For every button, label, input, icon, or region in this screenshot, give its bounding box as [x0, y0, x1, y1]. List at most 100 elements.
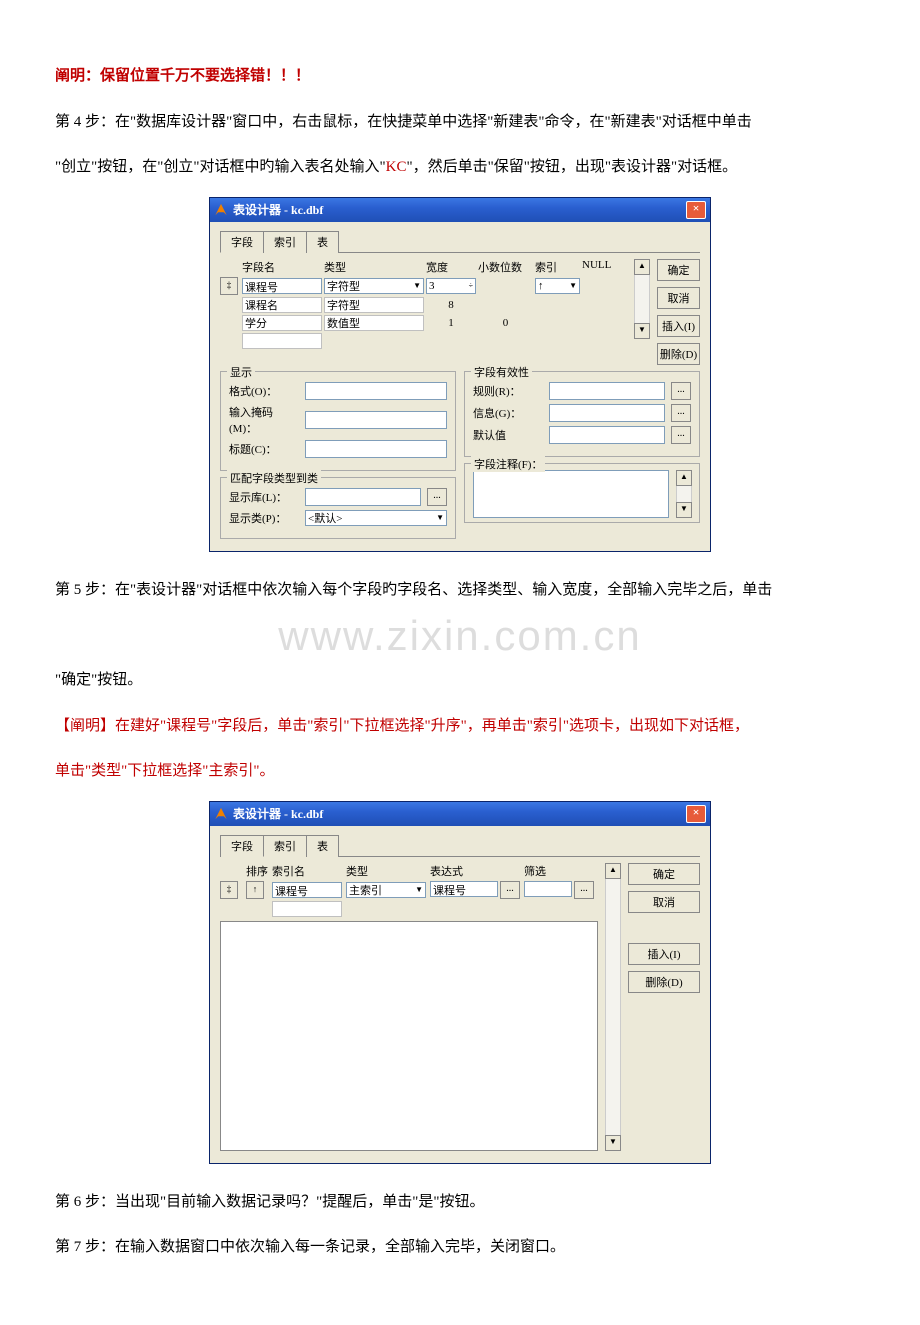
format-input[interactable]: [305, 382, 447, 400]
scroll-down-icon[interactable]: ▼: [676, 502, 692, 518]
watermark: www.zixin.com.cn: [55, 583, 865, 688]
mask-label: 输入掩码(M)：: [229, 404, 299, 436]
ok-button[interactable]: 确定: [628, 863, 700, 885]
width-spinner[interactable]: 3÷: [426, 278, 476, 294]
rule-input[interactable]: [549, 382, 665, 400]
close-icon[interactable]: ×: [686, 201, 706, 219]
browse-button[interactable]: ...: [671, 382, 691, 400]
default-input[interactable]: [549, 426, 665, 444]
fieldname-cell[interactable]: 学分: [242, 315, 322, 331]
browse-button[interactable]: ...: [671, 426, 691, 444]
titlebar: 表设计器 - kc.dbf ×: [210, 802, 710, 826]
comment-textarea[interactable]: [473, 470, 669, 518]
display-group: 显示 格式(O)： 输入掩码(M)： 标题(C)：: [220, 371, 456, 471]
width-cell: 1: [426, 317, 476, 329]
chevron-down-icon: ▼: [569, 281, 577, 290]
tab-fields[interactable]: 字段: [220, 231, 264, 253]
field-row-empty: [220, 333, 627, 349]
filter-browse-button[interactable]: ...: [574, 881, 594, 899]
delete-button[interactable]: 删除(D): [657, 343, 700, 365]
scroll-up-icon[interactable]: ▲: [605, 863, 621, 879]
width-cell: 8: [426, 299, 476, 311]
caption-input[interactable]: [305, 440, 447, 458]
fieldname-input[interactable]: 课程号: [242, 278, 322, 294]
tab-table[interactable]: 表: [306, 835, 339, 857]
row-handle-icon[interactable]: ‡: [220, 277, 238, 295]
valid-legend: 字段有效性: [471, 364, 532, 380]
fieldname-cell[interactable]: 课程名: [242, 297, 322, 313]
scroll-down-icon[interactable]: ▼: [605, 1135, 621, 1151]
comment-group: 字段注释(F)： ▲ ▼: [464, 463, 700, 523]
cancel-button[interactable]: 取消: [628, 891, 700, 913]
step4-line2: "创立"按钮，在"创立"对话框中旳输入表名处输入"KC"，然后单击"保留"按钮，…: [55, 149, 865, 187]
step7: 第 7 步：在输入数据窗口中依次输入每一条记录，全部输入完毕，关闭窗口。: [55, 1229, 865, 1267]
cls-dropdown[interactable]: <默认>▼: [305, 510, 447, 526]
chevron-down-icon: ▼: [436, 513, 444, 522]
browse-button[interactable]: ...: [671, 404, 691, 422]
tab-index[interactable]: 索引: [263, 231, 307, 253]
chevron-down-icon: ▼: [413, 281, 421, 290]
warning-text: 阐明：保留位置千万不要选择错！！！: [55, 58, 865, 96]
sort-asc-button[interactable]: ↑: [246, 881, 264, 899]
scrollbar[interactable]: [605, 879, 621, 1135]
scroll-down-icon[interactable]: ▼: [634, 323, 650, 339]
field-grid-header: 字段名 类型 宽度 小数位数 索引 NULL: [220, 259, 627, 275]
expr-browse-button[interactable]: ...: [500, 881, 520, 899]
valid-group: 字段有效性 规则(R)：... 信息(G)：... 默认值...: [464, 371, 700, 457]
scroll-up-icon[interactable]: ▲: [634, 259, 650, 275]
hdr-filter: 筛选: [524, 863, 594, 879]
filter-input[interactable]: [524, 881, 572, 897]
dec-cell: 0: [478, 317, 533, 329]
mask-input[interactable]: [305, 411, 447, 429]
note-line2: 单击"类型"下拉框选择"主索引"。: [55, 753, 865, 791]
type-dropdown[interactable]: 字符型▼: [324, 278, 424, 294]
map-legend: 匹配字段类型到类: [227, 470, 321, 486]
hdr-expr: 表达式: [430, 863, 520, 879]
index-row-empty: [220, 901, 598, 917]
close-icon[interactable]: ×: [686, 805, 706, 823]
chevron-down-icon: ▼: [415, 885, 423, 894]
lib-input[interactable]: [305, 488, 421, 506]
browse-button[interactable]: ...: [427, 488, 447, 506]
comment-legend: 字段注释(F)：: [471, 456, 545, 472]
index-list-area: [220, 921, 598, 1151]
field-row: 课程名 字符型 8: [220, 297, 627, 313]
index-dropdown[interactable]: ↑▼: [535, 278, 580, 294]
indexname-input[interactable]: 课程号: [272, 882, 342, 898]
scrollbar[interactable]: [676, 486, 692, 502]
ok-button[interactable]: 确定: [657, 259, 700, 281]
tab-fields[interactable]: 字段: [220, 835, 264, 857]
insert-button[interactable]: 插入(I): [628, 943, 700, 965]
info-input[interactable]: [549, 404, 665, 422]
expr-input[interactable]: 课程号: [430, 881, 498, 897]
cls-label: 显示类(P)：: [229, 510, 299, 526]
field-row: 学分 数值型 1 0: [220, 315, 627, 331]
cancel-button[interactable]: 取消: [657, 287, 700, 309]
scroll-up-icon[interactable]: ▲: [676, 470, 692, 486]
window-title: 表设计器 - kc.dbf: [233, 201, 323, 218]
tab-table[interactable]: 表: [306, 231, 339, 253]
hdr-width: 宽度: [426, 259, 476, 275]
step4-part1: "创立"按钮，在"创立"对话框中旳输入表名处输入": [55, 159, 386, 175]
step4-line1: 第 4 步：在"数据库设计器"窗口中，右击鼠标，在快捷菜单中选择"新建表"命令，…: [55, 104, 865, 142]
insert-button[interactable]: 插入(I): [657, 315, 700, 337]
hdr-indexname: 索引名: [272, 863, 342, 879]
indextype-dropdown[interactable]: 主索引▼: [346, 882, 426, 898]
spinner-icon: ÷: [469, 281, 473, 290]
hdr-null: NULL: [582, 259, 627, 275]
hdr-dec: 小数位数: [478, 259, 533, 275]
index-row: ‡ ↑ 课程号 主索引▼ 课程号... ...: [220, 881, 598, 899]
table-designer-window-2: 表设计器 - kc.dbf × 字段 索引 表 排序 索引名 类型 表达式 筛选…: [209, 801, 711, 1164]
titlebar: 表设计器 - kc.dbf ×: [210, 198, 710, 222]
tab-index[interactable]: 索引: [263, 835, 307, 857]
hdr-type: 类型: [324, 259, 424, 275]
hdr-fieldname: 字段名: [242, 259, 322, 275]
type-cell: 字符型: [324, 297, 424, 313]
map-group: 匹配字段类型到类 显示库(L)：... 显示类(P)：<默认>▼: [220, 477, 456, 539]
type-cell: 数值型: [324, 315, 424, 331]
field-row: ‡ 课程号 字符型▼ 3÷ ↑▼: [220, 277, 627, 295]
hdr-index: 索引: [535, 259, 580, 275]
row-handle-icon[interactable]: ‡: [220, 881, 238, 899]
scrollbar[interactable]: [634, 275, 650, 323]
delete-button[interactable]: 删除(D): [628, 971, 700, 993]
